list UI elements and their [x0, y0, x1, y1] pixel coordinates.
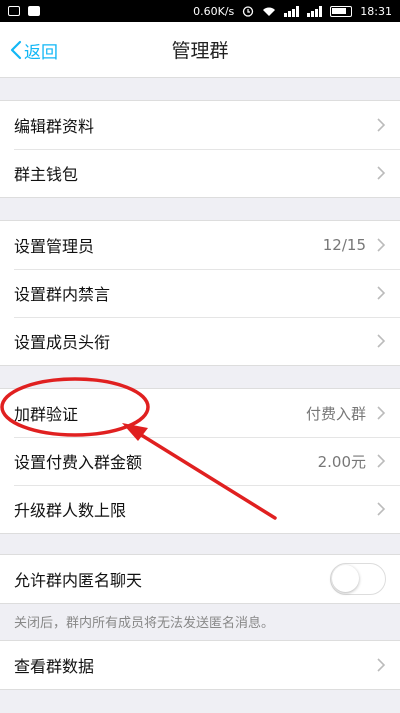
- join-mode-value: 付费入群: [305, 404, 366, 423]
- row-label: 加群验证: [14, 405, 79, 424]
- join-verification-row[interactable]: 加群验证 付费入群: [0, 389, 400, 437]
- chevron-right-icon: [377, 406, 386, 420]
- group-profile: 编辑群资料 群主钱包: [0, 100, 400, 198]
- chevron-right-icon: [377, 334, 386, 348]
- anonymous-chat-note: 关闭后，群内所有成员将无法发送匿名消息。: [14, 616, 275, 631]
- chevron-right-icon: [377, 166, 386, 180]
- group-admin: 设置管理员 12/15 设置群内禁言 设置成员头衔: [0, 220, 400, 366]
- upgrade-member-limit-row[interactable]: 升级群人数上限: [0, 485, 400, 533]
- row-label: 设置群内禁言: [14, 285, 111, 304]
- chevron-right-icon: [377, 118, 386, 132]
- row-label: 群主钱包: [14, 165, 79, 184]
- anonymous-chat-row: 允许群内匿名聊天: [0, 555, 400, 603]
- battery-icon: [330, 5, 353, 17]
- row-label: 设置管理员: [14, 237, 95, 256]
- set-member-titles-row[interactable]: 设置成员头衔: [0, 317, 400, 365]
- status-bar: 0.60K/s 18:31: [0, 0, 400, 22]
- admin-count: 12/15: [322, 236, 366, 254]
- page-title: 管理群: [171, 40, 229, 62]
- chevron-right-icon: [377, 502, 386, 516]
- amount-value: 2.00元: [317, 452, 366, 471]
- row-label: 编辑群资料: [14, 117, 95, 136]
- chevron-right-icon: [377, 238, 386, 252]
- wifi-icon: [263, 7, 276, 16]
- image-icon: [28, 6, 40, 16]
- group-anonymous: 允许群内匿名聊天: [0, 554, 400, 604]
- chevron-right-icon: [377, 454, 386, 468]
- edit-group-info-row[interactable]: 编辑群资料: [0, 101, 400, 149]
- back-button[interactable]: 返回: [10, 22, 58, 78]
- signal-icon: [284, 5, 300, 17]
- group-join: 加群验证 付费入群 设置付费入群金额 2.00元 升级群人数上限: [0, 388, 400, 534]
- notification-icon: [8, 6, 20, 16]
- row-label: 设置成员头衔: [14, 333, 111, 352]
- alarm-icon: [243, 6, 254, 17]
- row-label: 升级群人数上限: [14, 501, 127, 520]
- row-label: 查看群数据: [14, 657, 95, 676]
- nav-bar: 返回 管理群: [0, 22, 400, 78]
- group-data: 查看群数据: [0, 640, 400, 690]
- row-label: 允许群内匿名聊天: [14, 571, 143, 590]
- chevron-right-icon: [377, 658, 386, 672]
- clock: 18:31: [360, 4, 392, 18]
- paid-join-amount-row[interactable]: 设置付费入群金额 2.00元: [0, 437, 400, 485]
- toggle-knob: [332, 565, 359, 592]
- row-label: 设置付费入群金额: [14, 453, 143, 472]
- chevron-left-icon: [10, 40, 22, 60]
- back-label: 返回: [24, 42, 58, 63]
- set-admins-row[interactable]: 设置管理员 12/15: [0, 221, 400, 269]
- network-speed: 0.60K/s: [193, 4, 235, 18]
- anonymous-chat-toggle[interactable]: [330, 563, 386, 595]
- set-mute-row[interactable]: 设置群内禁言: [0, 269, 400, 317]
- view-group-data-row[interactable]: 查看群数据: [0, 641, 400, 689]
- chevron-right-icon: [377, 286, 386, 300]
- signal-icon-2: [307, 5, 323, 17]
- owner-wallet-row[interactable]: 群主钱包: [0, 149, 400, 197]
